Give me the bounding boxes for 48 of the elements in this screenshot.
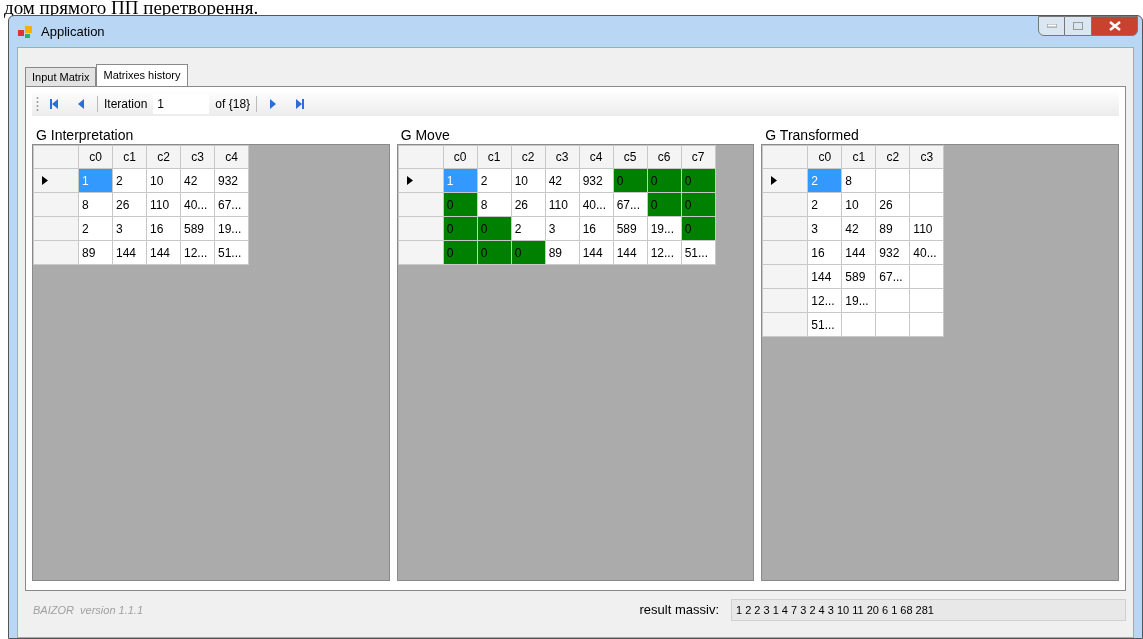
column-header[interactable]: c4 [214,145,249,169]
app-icon [17,23,33,40]
skip-back-icon [49,98,61,110]
window-title: Application [41,22,105,41]
column-header[interactable]: c4 [579,145,614,169]
tab[interactable]: Matrixes history [96,64,188,86]
row-header[interactable] [33,168,79,193]
version-label: BAIZOR version 1.1.1 [33,602,144,618]
maximize-icon [1073,22,1083,30]
iteration-label: Iteration [104,96,148,113]
column-header[interactable]: c1 [112,145,147,169]
row-header[interactable] [762,168,808,193]
minimize-button[interactable] [1038,16,1065,36]
column-header[interactable]: c1 [841,145,876,169]
grip-icon [36,96,39,112]
grid-title: G Interpretation [35,126,135,144]
header-corner [398,145,444,169]
row-header[interactable] [398,168,444,193]
result-label: result massiv: [639,601,719,620]
iteration-field[interactable]: 1 [153,94,210,114]
close-button[interactable] [1091,16,1138,36]
column-header[interactable]: c1 [477,145,512,169]
column-header[interactable]: c0 [807,145,842,169]
current-row-icon [42,176,48,185]
column-header[interactable]: c2 [146,145,181,169]
column-header[interactable]: c0 [78,145,113,169]
column-header[interactable]: c2 [875,145,910,169]
grid-title: G Move [399,126,451,144]
column-header[interactable]: c2 [511,145,546,169]
column-header[interactable]: c3 [180,145,215,169]
column-header[interactable]: c3 [909,145,944,169]
column-header[interactable]: c7 [681,145,716,169]
result-field[interactable]: 1 2 2 3 1 4 7 3 2 4 3 10 11 20 6 1 68 281 [731,599,1126,621]
current-row-icon [406,176,413,185]
column-header[interactable]: c0 [443,145,478,169]
column-header[interactable]: c3 [545,145,580,169]
column-header[interactable]: c5 [613,145,648,169]
close-icon [1108,21,1121,31]
iteration-count: of {18} [215,96,251,113]
maximize-button[interactable] [1065,16,1091,36]
header-corner [33,145,79,169]
column-header[interactable]: c6 [647,145,682,169]
grid-title: G Transformed [764,126,860,144]
header-corner [762,145,808,169]
tab[interactable]: Input Matrix [25,67,97,86]
current-row-icon [771,176,778,185]
minimize-icon [1046,24,1057,28]
skip-forward-icon [293,98,306,110]
